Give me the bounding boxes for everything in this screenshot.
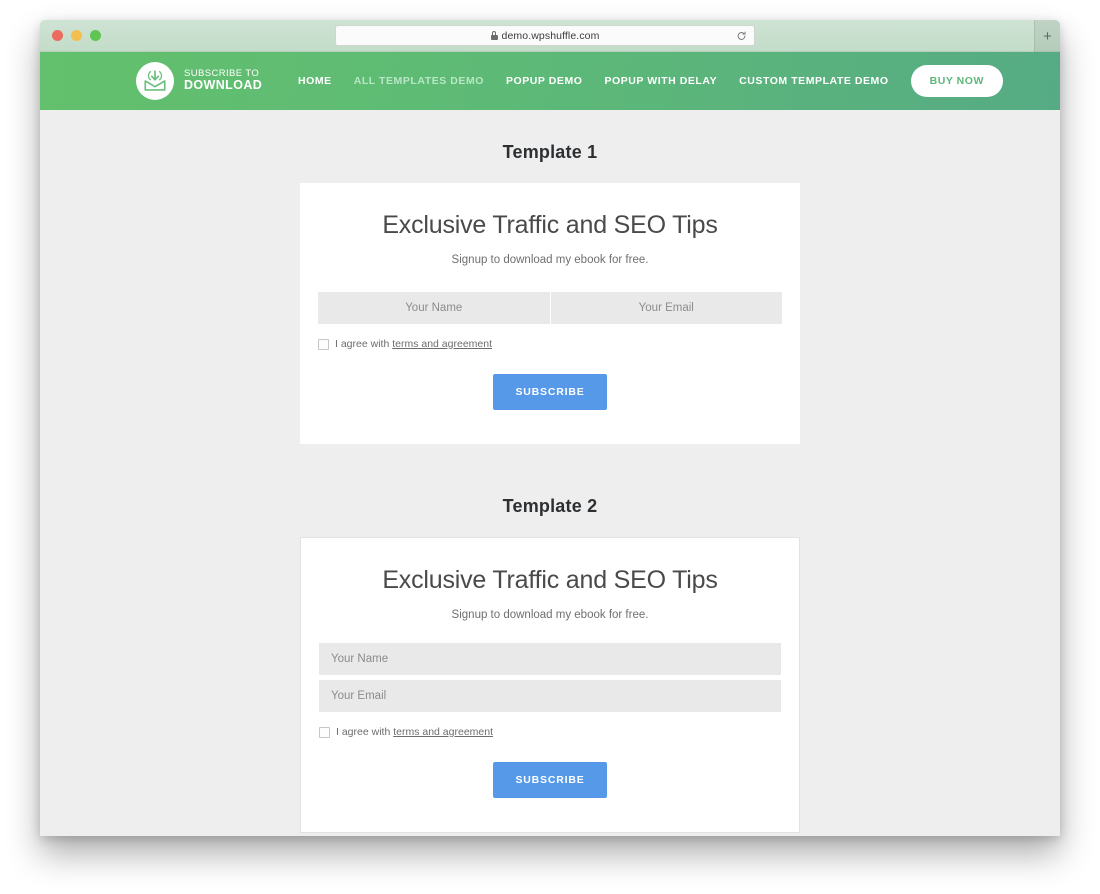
nav-item-custom-template-demo[interactable]: CUSTOM TEMPLATE DEMO — [739, 75, 888, 87]
subscribe-form-card-1: Exclusive Traffic and SEO Tips Signup to… — [300, 183, 800, 444]
agree-label-2: I agree with terms and agreement — [336, 726, 493, 738]
fields-row-1 — [318, 292, 782, 324]
new-tab-button[interactable]: + — [1034, 20, 1060, 52]
card-subtitle-1: Signup to download my ebook for free. — [451, 254, 649, 266]
maximize-window-button[interactable] — [90, 30, 101, 41]
email-input-2[interactable] — [319, 680, 781, 712]
buy-now-button[interactable]: BUY NOW — [910, 65, 1003, 97]
fields-column-2 — [319, 643, 781, 712]
terms-link-1[interactable]: terms and agreement — [392, 338, 492, 350]
page-body: Template 1 Exclusive Traffic and SEO Tip… — [40, 110, 1060, 836]
email-input-1[interactable] — [550, 292, 782, 324]
agree-row-2: I agree with terms and agreement — [319, 726, 781, 738]
nav-item-popup-demo[interactable]: POPUP DEMO — [506, 75, 583, 87]
template-block-1: Template 1 Exclusive Traffic and SEO Tip… — [40, 142, 1060, 444]
agree-label-1: I agree with terms and agreement — [335, 338, 492, 350]
name-input-1[interactable] — [318, 292, 550, 324]
browser-window: demo.wpshuffle.com + SUBSCRIBE TO DOWNLO… — [40, 20, 1060, 836]
subscribe-button-2[interactable]: SUBSCRIBE — [493, 762, 607, 798]
site-header: SUBSCRIBE TO DOWNLOAD HOME ALL TEMPLATES… — [40, 52, 1060, 110]
reload-icon[interactable] — [736, 30, 747, 41]
envelope-download-icon — [136, 62, 174, 100]
nav-item-popup-with-delay[interactable]: POPUP WITH DELAY — [604, 75, 717, 87]
brand-line-2: DOWNLOAD — [184, 78, 263, 93]
agree-checkbox-1[interactable] — [318, 338, 329, 350]
url-text: demo.wpshuffle.com — [501, 29, 600, 42]
card-subtitle-2: Signup to download my ebook for free. — [451, 609, 649, 621]
main-nav: HOME ALL TEMPLATES DEMO POPUP DEMO POPUP… — [298, 65, 1060, 97]
page-title-template-1: Template 1 — [502, 142, 598, 162]
address-bar[interactable]: demo.wpshuffle.com — [335, 25, 755, 46]
browser-titlebar: demo.wpshuffle.com + — [40, 20, 1060, 52]
agree-checkbox-2[interactable] — [319, 726, 330, 738]
card-title-2: Exclusive Traffic and SEO Tips — [382, 566, 718, 594]
agree-text-1: I agree with — [335, 338, 393, 350]
minimize-window-button[interactable] — [71, 30, 82, 41]
lock-icon — [490, 31, 498, 40]
close-window-button[interactable] — [52, 30, 63, 41]
template-block-2: Template 2 Exclusive Traffic and SEO Tip… — [40, 496, 1060, 833]
subscribe-button-1[interactable]: SUBSCRIBE — [493, 374, 607, 410]
subscribe-form-card-2: Exclusive Traffic and SEO Tips Signup to… — [300, 537, 800, 833]
brand[interactable]: SUBSCRIBE TO DOWNLOAD — [136, 62, 262, 100]
agree-row-1: I agree with terms and agreement — [318, 338, 782, 350]
nav-item-all-templates-demo[interactable]: ALL TEMPLATES DEMO — [354, 75, 484, 87]
card-title-1: Exclusive Traffic and SEO Tips — [382, 211, 718, 239]
agree-text-2: I agree with — [336, 726, 394, 738]
brand-text: SUBSCRIBE TO DOWNLOAD — [184, 68, 263, 93]
terms-link-2[interactable]: terms and agreement — [393, 726, 493, 738]
nav-item-home[interactable]: HOME — [298, 75, 332, 87]
page-title-template-2: Template 2 — [502, 496, 598, 516]
window-controls — [52, 30, 101, 41]
name-input-2[interactable] — [319, 643, 781, 675]
